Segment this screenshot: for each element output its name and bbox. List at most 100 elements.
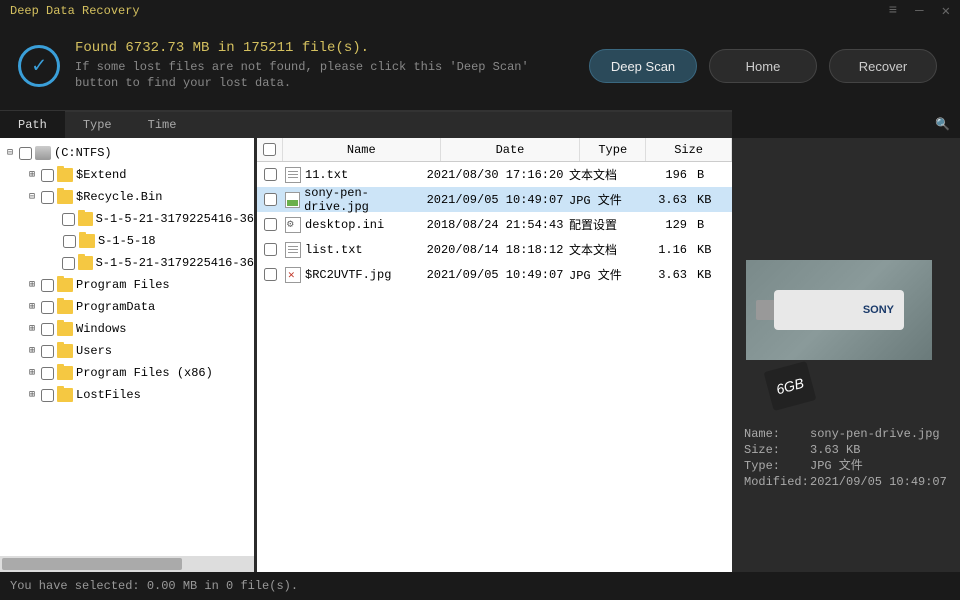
tree-item-label: Program Files (x86) xyxy=(76,366,213,380)
file-row[interactable]: $RC2UVTF.jpg2021/09/05 10:49:07JPG 文件3.6… xyxy=(257,262,732,287)
file-row[interactable]: desktop.ini2018/08/24 21:54:43配置设置129B xyxy=(257,212,732,237)
file-date: 2021/09/05 10:49:07 xyxy=(425,193,565,207)
file-type: 文本文档 xyxy=(565,166,631,183)
collapse-icon[interactable]: ⊟ xyxy=(4,147,16,159)
file-checkbox[interactable] xyxy=(264,193,277,206)
file-row[interactable]: sony-pen-drive.jpg2021/09/05 10:49:07JPG… xyxy=(257,187,732,212)
tree-checkbox[interactable] xyxy=(41,301,54,314)
column-name[interactable]: Name xyxy=(283,138,441,161)
titlebar: Deep Data Recovery ≡ — ✕ xyxy=(0,0,960,22)
tree-item[interactable]: S-1-5-21-3179225416-36 xyxy=(0,208,254,230)
expand-icon[interactable]: ⊞ xyxy=(26,323,38,335)
file-date: 2021/08/30 17:16:20 xyxy=(425,168,565,182)
file-checkbox[interactable] xyxy=(264,168,277,181)
tree-item-label: Program Files xyxy=(76,278,170,292)
tree-item[interactable]: ⊞ ProgramData xyxy=(0,296,254,318)
column-date[interactable]: Date xyxy=(441,138,581,161)
folder-icon xyxy=(57,190,73,204)
deep-scan-button[interactable]: Deep Scan xyxy=(589,49,697,83)
app-title: Deep Data Recovery xyxy=(10,4,140,18)
tree-checkbox[interactable] xyxy=(62,213,75,226)
tree-checkbox[interactable] xyxy=(19,147,32,160)
preview-panel: 🔍 6GB SONY Name:sony-pen-drive.jpg Size:… xyxy=(732,138,960,572)
tree-item-label: S-1-5-21-3179225416-36 xyxy=(96,256,254,270)
file-checkbox[interactable] xyxy=(264,268,277,281)
search-icon[interactable]: 🔍 xyxy=(935,117,950,132)
tree-checkbox[interactable] xyxy=(41,191,54,204)
tree-scrollbar[interactable] xyxy=(0,556,254,572)
file-name: sony-pen-drive.jpg xyxy=(304,186,425,214)
folder-icon xyxy=(57,300,73,314)
tree-checkbox[interactable] xyxy=(63,235,76,248)
broken-file-icon xyxy=(285,267,301,283)
tree-checkbox[interactable] xyxy=(41,323,54,336)
expand-icon[interactable]: ⊞ xyxy=(26,389,38,401)
tree-item-label: $Recycle.Bin xyxy=(76,190,162,204)
column-type[interactable]: Type xyxy=(580,138,646,161)
tree-item[interactable]: ⊞ Program Files (x86) xyxy=(0,362,254,384)
close-icon[interactable]: ✕ xyxy=(942,3,950,20)
file-type: 文本文档 xyxy=(565,241,631,258)
tree-item[interactable]: S-1-5-18 xyxy=(0,230,254,252)
tree-item[interactable]: S-1-5-21-3179225416-36 xyxy=(0,252,254,274)
tree-item-label: (C:NTFS) xyxy=(54,146,112,160)
expand-icon[interactable]: ⊞ xyxy=(26,301,38,313)
file-size: 3.63 xyxy=(631,193,691,207)
tree-checkbox[interactable] xyxy=(41,279,54,292)
thumbnail-brand: SONY xyxy=(863,304,894,316)
file-date: 2020/08/14 18:18:12 xyxy=(425,243,565,257)
tab-type[interactable]: Type xyxy=(65,111,130,139)
thumbnail-capacity: 6GB xyxy=(764,361,817,411)
header: ✓ Found 6732.73 MB in 175211 file(s). If… xyxy=(0,22,960,110)
search-input[interactable] xyxy=(742,117,935,131)
select-all-checkbox[interactable] xyxy=(263,143,276,156)
collapse-icon[interactable]: ⊟ xyxy=(26,191,38,203)
file-row[interactable]: 11.txt2021/08/30 17:16:20文本文档196B xyxy=(257,162,732,187)
tab-path[interactable]: Path xyxy=(0,111,65,139)
folder-icon xyxy=(57,168,73,182)
ini-file-icon xyxy=(285,217,301,233)
tree-item[interactable]: ⊞$Extend xyxy=(0,164,254,186)
file-row[interactable]: list.txt2020/08/14 18:18:12文本文档1.16KB xyxy=(257,237,732,262)
file-checkbox[interactable] xyxy=(264,218,277,231)
tree-item[interactable]: ⊞ Users xyxy=(0,340,254,362)
tree-item[interactable]: ⊟ $Recycle.Bin xyxy=(0,186,254,208)
minimize-icon[interactable]: — xyxy=(915,3,923,20)
doc-file-icon xyxy=(285,167,301,183)
tree-item[interactable]: ⊟ (C:NTFS) xyxy=(0,142,254,164)
folder-icon xyxy=(79,234,95,248)
tree-checkbox[interactable] xyxy=(41,345,54,358)
status-complete-icon: ✓ xyxy=(18,45,60,87)
expand-icon[interactable]: ⊞ xyxy=(26,279,38,291)
file-size-unit: B xyxy=(691,218,715,232)
tree-item[interactable]: ⊞ Program Files xyxy=(0,274,254,296)
column-size[interactable]: Size xyxy=(646,138,732,161)
tree-checkbox[interactable] xyxy=(41,367,54,380)
expand-icon[interactable]: ⊞ xyxy=(26,345,38,357)
home-button[interactable]: Home xyxy=(709,49,817,83)
file-name: 11.txt xyxy=(305,168,348,182)
file-type: 配置设置 xyxy=(565,216,631,233)
tree-checkbox[interactable] xyxy=(41,169,54,182)
file-size: 129 xyxy=(631,218,691,232)
file-info: Name:sony-pen-drive.jpg Size:3.63 KB Typ… xyxy=(744,426,952,490)
drive-icon xyxy=(35,146,51,160)
recover-button[interactable]: Recover xyxy=(829,49,937,83)
tab-time[interactable]: Time xyxy=(130,111,195,139)
file-date: 2018/08/24 21:54:43 xyxy=(425,218,565,232)
file-size-unit: B xyxy=(691,168,715,182)
file-checkbox[interactable] xyxy=(264,243,277,256)
folder-icon xyxy=(57,344,73,358)
tree-item-label: ProgramData xyxy=(76,300,155,314)
expand-icon[interactable]: ⊞ xyxy=(26,169,38,181)
tree-item-label: Users xyxy=(76,344,112,358)
tree-checkbox[interactable] xyxy=(62,257,75,270)
expand-icon[interactable]: ⊞ xyxy=(26,367,38,379)
tree-checkbox[interactable] xyxy=(41,389,54,402)
folder-icon xyxy=(57,322,73,336)
menu-icon[interactable]: ≡ xyxy=(889,3,897,20)
tree-item[interactable]: ⊞LostFiles xyxy=(0,384,254,406)
tree-item[interactable]: ⊞Windows xyxy=(0,318,254,340)
file-type: JPG 文件 xyxy=(565,266,631,283)
file-size: 3.63 xyxy=(631,268,691,282)
